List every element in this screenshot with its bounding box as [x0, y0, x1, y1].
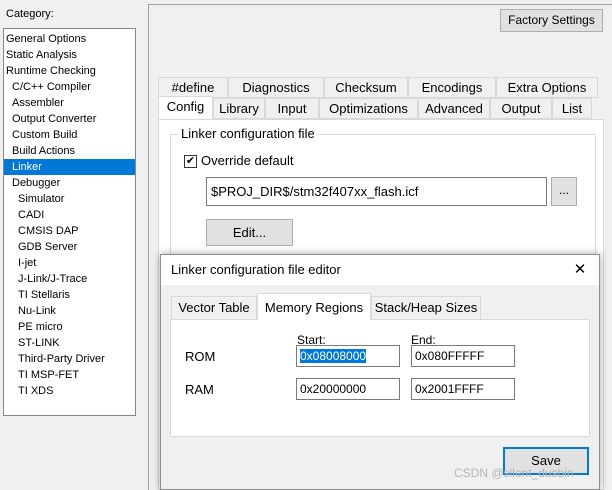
category-item[interactable]: TI Stellaris	[4, 287, 135, 303]
tab-config[interactable]: Config	[158, 96, 213, 119]
category-item[interactable]: TI XDS	[4, 383, 135, 399]
browse-button[interactable]: ...	[551, 177, 577, 206]
category-item[interactable]: GDB Server	[4, 239, 135, 255]
category-item[interactable]: C/C++ Compiler	[4, 79, 135, 95]
tab-optimizations[interactable]: Optimizations	[319, 98, 418, 119]
rom-label: ROM	[185, 349, 216, 364]
category-item[interactable]: I-jet	[4, 255, 135, 271]
category-item[interactable]: Nu-Link	[4, 303, 135, 319]
category-item[interactable]: Build Actions	[4, 143, 135, 159]
category-item[interactable]: Static Analysis	[4, 47, 135, 63]
tab-library[interactable]: Library	[213, 98, 265, 119]
category-item[interactable]: TI MSP-FET	[4, 367, 135, 383]
tab-define[interactable]: #define	[158, 77, 228, 98]
tab-checksum[interactable]: Checksum	[324, 77, 408, 98]
checkmark-icon: ✔	[185, 155, 196, 167]
category-item[interactable]: General Options	[4, 31, 135, 47]
rom-end-input[interactable]: 0x080FFFFF	[411, 345, 515, 367]
category-item[interactable]: Simulator	[4, 191, 135, 207]
category-item[interactable]: CADI	[4, 207, 135, 223]
override-default-label[interactable]: Override default	[201, 153, 294, 168]
category-item[interactable]: PE micro	[4, 319, 135, 335]
watermark: CSDN @silent_dusbin	[454, 466, 574, 480]
dialog-tab-vector-table[interactable]: Vector Table	[171, 296, 257, 320]
category-item[interactable]: Third-Party Driver	[4, 351, 135, 367]
dialog-tab-stack-heap-sizes[interactable]: Stack/Heap Sizes	[371, 296, 481, 320]
close-icon[interactable]: ✕	[569, 259, 591, 281]
factory-settings-button[interactable]: Factory Settings	[500, 9, 603, 32]
linker-config-editor-dialog: Linker configuration file editor ✕ Vecto…	[160, 254, 600, 490]
category-item[interactable]: Output Converter	[4, 111, 135, 127]
tab-input[interactable]: Input	[265, 98, 319, 119]
tab-extra-options[interactable]: Extra Options	[496, 77, 598, 98]
category-item[interactable]: Debugger	[4, 175, 135, 191]
dialog-tab-memory-regions[interactable]: Memory Regions	[257, 293, 371, 320]
tab-output[interactable]: Output	[490, 98, 552, 119]
category-item[interactable]: J-Link/J-Trace	[4, 271, 135, 287]
tab-diagnostics[interactable]: Diagnostics	[228, 77, 324, 98]
ram-start-input[interactable]: 0x20000000	[296, 378, 400, 400]
ram-end-input[interactable]: 0x2001FFFF	[411, 378, 515, 400]
category-item[interactable]: Runtime Checking	[4, 63, 135, 79]
dialog-title: Linker configuration file editor	[171, 262, 341, 277]
category-list[interactable]: General Options Static Analysis Runtime Ch…	[3, 28, 136, 416]
tab-list[interactable]: List	[552, 98, 592, 119]
category-item[interactable]: Assembler	[4, 95, 135, 111]
rom-start-input[interactable]: 0x08008000	[296, 345, 400, 367]
edit-button[interactable]: Edit...	[206, 219, 293, 246]
category-item[interactable]: Linker	[4, 159, 135, 175]
tab-advanced[interactable]: Advanced	[418, 98, 490, 119]
category-item[interactable]: CMSIS DAP	[4, 223, 135, 239]
rom-start-value: 0x08008000	[300, 349, 367, 363]
category-label: Category:	[6, 8, 54, 20]
category-item[interactable]: ST-LINK	[4, 335, 135, 351]
tab-encodings[interactable]: Encodings	[408, 77, 496, 98]
category-item[interactable]: Custom Build	[4, 127, 135, 143]
override-default-checkbox[interactable]: ✔	[184, 155, 197, 168]
icf-path-input[interactable]: $PROJ_DIR$/stm32f407xx_flash.icf	[206, 177, 547, 206]
linker-config-group-title: Linker configuration file	[178, 126, 318, 141]
ram-label: RAM	[185, 382, 214, 397]
